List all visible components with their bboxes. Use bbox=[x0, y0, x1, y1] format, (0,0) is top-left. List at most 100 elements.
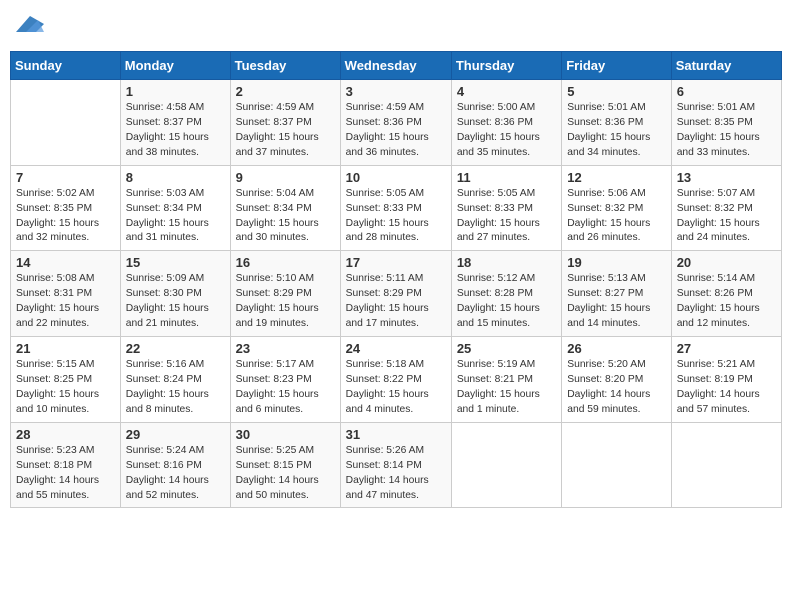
day-number: 27 bbox=[677, 341, 776, 356]
day-info: Sunrise: 5:13 AM Sunset: 8:27 PM Dayligh… bbox=[567, 272, 665, 332]
day-number: 2 bbox=[236, 84, 335, 99]
day-info: Sunrise: 5:20 AM Sunset: 8:20 PM Dayligh… bbox=[567, 358, 665, 418]
calendar-cell: 13 Sunrise: 5:07 AM Sunset: 8:32 PM Dayli… bbox=[671, 165, 781, 251]
day-info: Sunrise: 5:06 AM Sunset: 8:32 PM Dayligh… bbox=[567, 187, 665, 247]
calendar-cell: 10 Sunrise: 5:05 AM Sunset: 8:33 PM Dayli… bbox=[340, 165, 451, 251]
calendar-cell: 26Sunrise: 5:20 AM Sunset: 8:20 PM Dayli… bbox=[562, 337, 671, 423]
day-info: Sunrise: 4:59 AM Sunset: 8:37 PM Dayligh… bbox=[236, 101, 335, 161]
day-info: Sunrise: 4:58 AM Sunset: 8:37 PM Dayligh… bbox=[126, 101, 225, 161]
day-info: Sunrise: 4:59 AM Sunset: 8:36 PM Dayligh… bbox=[346, 101, 446, 161]
day-number: 21 bbox=[16, 341, 115, 356]
column-header-monday: Monday bbox=[120, 52, 230, 80]
day-info: Sunrise: 5:02 AM Sunset: 8:35 PM Dayligh… bbox=[16, 187, 115, 247]
day-number: 23 bbox=[236, 341, 335, 356]
day-number: 15 bbox=[126, 255, 225, 270]
day-number: 18 bbox=[457, 255, 556, 270]
calendar-week-row: 21Sunrise: 5:15 AM Sunset: 8:25 PM Dayli… bbox=[11, 337, 782, 423]
day-number: 6 bbox=[677, 84, 776, 99]
day-info: Sunrise: 5:05 AM Sunset: 8:33 PM Dayligh… bbox=[346, 187, 446, 247]
calendar-cell: 3 Sunrise: 4:59 AM Sunset: 8:36 PM Daylig… bbox=[340, 80, 451, 166]
calendar-cell: 9 Sunrise: 5:04 AM Sunset: 8:34 PM Daylig… bbox=[230, 165, 340, 251]
calendar-cell bbox=[671, 422, 781, 508]
day-number: 1 bbox=[126, 84, 225, 99]
calendar-cell: 4 Sunrise: 5:00 AM Sunset: 8:36 PM Daylig… bbox=[451, 80, 561, 166]
logo-icon bbox=[16, 10, 44, 38]
day-info: Sunrise: 5:26 AM Sunset: 8:14 PM Dayligh… bbox=[346, 444, 446, 504]
logo bbox=[14, 10, 44, 43]
day-info: Sunrise: 5:24 AM Sunset: 8:16 PM Dayligh… bbox=[126, 444, 225, 504]
day-number: 19 bbox=[567, 255, 665, 270]
calendar-cell: 24Sunrise: 5:18 AM Sunset: 8:22 PM Dayli… bbox=[340, 337, 451, 423]
calendar-cell: 16 Sunrise: 5:10 AM Sunset: 8:29 PM Dayli… bbox=[230, 251, 340, 337]
day-number: 31 bbox=[346, 427, 446, 442]
day-number: 3 bbox=[346, 84, 446, 99]
day-info: Sunrise: 5:21 AM Sunset: 8:19 PM Dayligh… bbox=[677, 358, 776, 418]
day-number: 4 bbox=[457, 84, 556, 99]
calendar-cell: 2 Sunrise: 4:59 AM Sunset: 8:37 PM Daylig… bbox=[230, 80, 340, 166]
calendar-cell: 18 Sunrise: 5:12 AM Sunset: 8:28 PM Dayli… bbox=[451, 251, 561, 337]
day-number: 16 bbox=[236, 255, 335, 270]
page-header bbox=[10, 10, 782, 43]
day-number: 10 bbox=[346, 170, 446, 185]
calendar-cell: 29 Sunrise: 5:24 AM Sunset: 8:16 PM Dayli… bbox=[120, 422, 230, 508]
calendar-cell: 1 Sunrise: 4:58 AM Sunset: 8:37 PM Daylig… bbox=[120, 80, 230, 166]
calendar-cell: 5Sunrise: 5:01 AM Sunset: 8:36 PM Daylig… bbox=[562, 80, 671, 166]
calendar-cell bbox=[11, 80, 121, 166]
calendar-cell: 27 Sunrise: 5:21 AM Sunset: 8:19 PM Dayli… bbox=[671, 337, 781, 423]
day-info: Sunrise: 5:23 AM Sunset: 8:18 PM Dayligh… bbox=[16, 444, 115, 504]
day-info: Sunrise: 5:05 AM Sunset: 8:33 PM Dayligh… bbox=[457, 187, 556, 247]
day-info: Sunrise: 5:12 AM Sunset: 8:28 PM Dayligh… bbox=[457, 272, 556, 332]
column-header-thursday: Thursday bbox=[451, 52, 561, 80]
day-info: Sunrise: 5:04 AM Sunset: 8:34 PM Dayligh… bbox=[236, 187, 335, 247]
calendar-cell: 23 Sunrise: 5:17 AM Sunset: 8:23 PM Dayli… bbox=[230, 337, 340, 423]
calendar-cell: 30Sunrise: 5:25 AM Sunset: 8:15 PM Dayli… bbox=[230, 422, 340, 508]
calendar-cell: 22 Sunrise: 5:16 AM Sunset: 8:24 PM Dayli… bbox=[120, 337, 230, 423]
day-info: Sunrise: 5:03 AM Sunset: 8:34 PM Dayligh… bbox=[126, 187, 225, 247]
day-info: Sunrise: 5:14 AM Sunset: 8:26 PM Dayligh… bbox=[677, 272, 776, 332]
column-header-saturday: Saturday bbox=[671, 52, 781, 80]
day-info: Sunrise: 5:01 AM Sunset: 8:35 PM Dayligh… bbox=[677, 101, 776, 161]
day-number: 14 bbox=[16, 255, 115, 270]
day-number: 28 bbox=[16, 427, 115, 442]
calendar-cell: 14 Sunrise: 5:08 AM Sunset: 8:31 PM Dayli… bbox=[11, 251, 121, 337]
calendar-cell: 8 Sunrise: 5:03 AM Sunset: 8:34 PM Daylig… bbox=[120, 165, 230, 251]
column-header-sunday: Sunday bbox=[11, 52, 121, 80]
day-info: Sunrise: 5:16 AM Sunset: 8:24 PM Dayligh… bbox=[126, 358, 225, 418]
day-info: Sunrise: 5:01 AM Sunset: 8:36 PM Dayligh… bbox=[567, 101, 665, 161]
calendar-cell: 6 Sunrise: 5:01 AM Sunset: 8:35 PM Daylig… bbox=[671, 80, 781, 166]
calendar-cell bbox=[562, 422, 671, 508]
calendar-week-row: 28 Sunrise: 5:23 AM Sunset: 8:18 PM Dayli… bbox=[11, 422, 782, 508]
day-number: 22 bbox=[126, 341, 225, 356]
day-info: Sunrise: 5:18 AM Sunset: 8:22 PM Dayligh… bbox=[346, 358, 446, 418]
calendar-cell: 11 Sunrise: 5:05 AM Sunset: 8:33 PM Dayli… bbox=[451, 165, 561, 251]
day-number: 9 bbox=[236, 170, 335, 185]
column-header-wednesday: Wednesday bbox=[340, 52, 451, 80]
day-number: 30 bbox=[236, 427, 335, 442]
day-info: Sunrise: 5:08 AM Sunset: 8:31 PM Dayligh… bbox=[16, 272, 115, 332]
calendar-cell: 12 Sunrise: 5:06 AM Sunset: 8:32 PM Dayli… bbox=[562, 165, 671, 251]
calendar-cell: 7 Sunrise: 5:02 AM Sunset: 8:35 PM Daylig… bbox=[11, 165, 121, 251]
day-number: 13 bbox=[677, 170, 776, 185]
calendar-cell: 25Sunrise: 5:19 AM Sunset: 8:21 PM Dayli… bbox=[451, 337, 561, 423]
day-info: Sunrise: 5:00 AM Sunset: 8:36 PM Dayligh… bbox=[457, 101, 556, 161]
day-info: Sunrise: 5:17 AM Sunset: 8:23 PM Dayligh… bbox=[236, 358, 335, 418]
calendar-cell bbox=[451, 422, 561, 508]
day-number: 20 bbox=[677, 255, 776, 270]
day-number: 11 bbox=[457, 170, 556, 185]
day-number: 12 bbox=[567, 170, 665, 185]
calendar-table: SundayMondayTuesdayWednesdayThursdayFrid… bbox=[10, 51, 782, 508]
day-number: 8 bbox=[126, 170, 225, 185]
column-header-tuesday: Tuesday bbox=[230, 52, 340, 80]
day-number: 7 bbox=[16, 170, 115, 185]
day-info: Sunrise: 5:10 AM Sunset: 8:29 PM Dayligh… bbox=[236, 272, 335, 332]
calendar-week-row: 1 Sunrise: 4:58 AM Sunset: 8:37 PM Daylig… bbox=[11, 80, 782, 166]
day-info: Sunrise: 5:11 AM Sunset: 8:29 PM Dayligh… bbox=[346, 272, 446, 332]
calendar-cell: 31 Sunrise: 5:26 AM Sunset: 8:14 PM Dayli… bbox=[340, 422, 451, 508]
calendar-week-row: 14 Sunrise: 5:08 AM Sunset: 8:31 PM Dayli… bbox=[11, 251, 782, 337]
calendar-week-row: 7 Sunrise: 5:02 AM Sunset: 8:35 PM Daylig… bbox=[11, 165, 782, 251]
day-info: Sunrise: 5:09 AM Sunset: 8:30 PM Dayligh… bbox=[126, 272, 225, 332]
day-number: 29 bbox=[126, 427, 225, 442]
calendar-cell: 28 Sunrise: 5:23 AM Sunset: 8:18 PM Dayli… bbox=[11, 422, 121, 508]
day-info: Sunrise: 5:07 AM Sunset: 8:32 PM Dayligh… bbox=[677, 187, 776, 247]
day-number: 25 bbox=[457, 341, 556, 356]
